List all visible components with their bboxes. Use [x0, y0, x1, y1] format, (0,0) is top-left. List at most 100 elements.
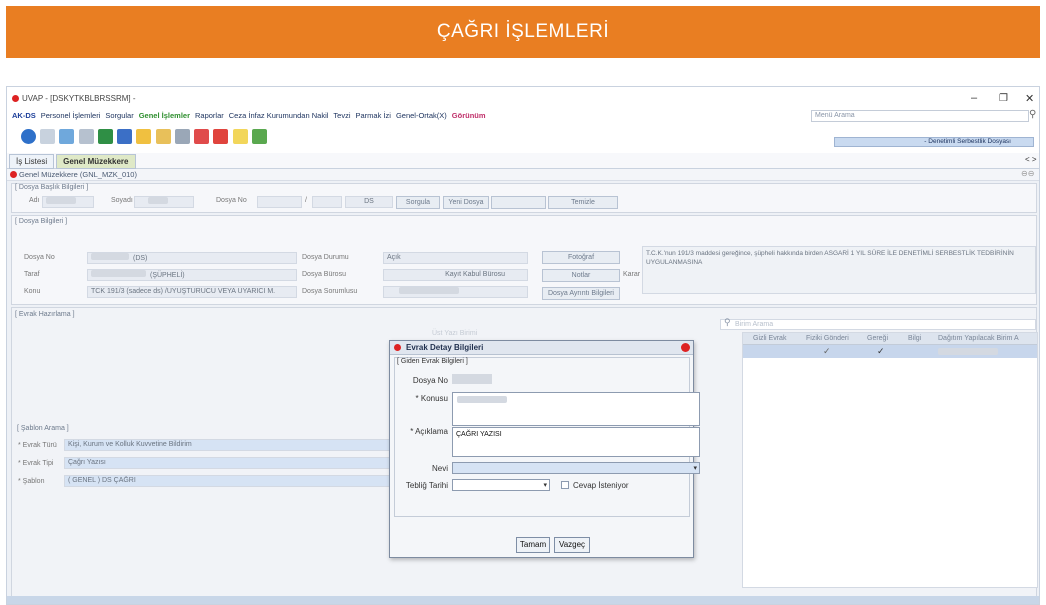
nevi-select[interactable]: ▾	[452, 462, 700, 474]
inbox-icon[interactable]	[251, 129, 267, 144]
window-titlebar: UVAP - [DSKYTKBLBRSSRM] - – ❐ ✕	[7, 87, 1039, 109]
teblig-tarihi-label: Tebliğ Tarihi	[405, 481, 448, 490]
yeni-dosya-button[interactable]: Yeni Dosya	[443, 196, 489, 209]
vazgec-button[interactable]: Vazgeç	[554, 537, 590, 553]
menu-genel-islemler[interactable]: Genel İşlemler	[139, 111, 190, 120]
dialog-title: Evrak Detay Bilgileri	[406, 343, 484, 352]
dosya-durumu-value: Açık	[387, 254, 401, 261]
search-icon[interactable]: ⚲	[1029, 109, 1036, 120]
evrak-tipi-field[interactable]: Çağrı Yazısı	[64, 457, 394, 469]
dosya-header-legend: [ Dosya Başlık Bilgileri ]	[15, 184, 89, 191]
cevap-label: Cevap İsteniyor	[573, 481, 629, 490]
window-title: UVAP - [DSKYTKBLBRSSRM] -	[22, 94, 136, 103]
close-x-icon[interactable]	[40, 129, 56, 144]
pen-icon[interactable]	[174, 129, 190, 144]
grid-icon[interactable]	[78, 129, 94, 144]
dosya-bilgileri-panel: [ Dosya Bilgileri ] Dosya No Taraf Konu …	[11, 215, 1037, 305]
fotograf-button[interactable]: Fotoğraf	[542, 251, 620, 264]
dialog-dosya-no-label: Dosya No	[412, 376, 448, 385]
notlar-button[interactable]: Notlar	[542, 269, 620, 282]
birim-search-icon: ⚲	[724, 317, 731, 327]
close-button[interactable]: ✕	[1025, 92, 1034, 105]
folder-search-icon[interactable]	[155, 129, 171, 144]
menu-sorgular[interactable]: Sorgular	[105, 111, 133, 120]
nevi-chevron-down-icon[interactable]: ▾	[693, 464, 697, 472]
search-person-icon[interactable]	[117, 129, 133, 144]
konusu-field[interactable]	[452, 392, 700, 426]
evrak-tipi-value: Çağrı Yazısı	[68, 459, 106, 466]
dossier-type-select[interactable]: - Denetimli Serbestlik Dosyası	[834, 137, 1034, 147]
book-icon[interactable]	[97, 129, 113, 144]
dosya-no-label: Dosya No	[216, 197, 247, 204]
col-geregi[interactable]: Gereği	[867, 335, 888, 342]
menu-search-input[interactable]: Menü Arama	[811, 110, 1029, 122]
menu-raporlar[interactable]: Raporlar	[195, 111, 224, 120]
dialog-close-icon[interactable]	[681, 343, 690, 352]
birim-arama-placeholder: Birim Arama	[735, 321, 774, 328]
dosya-ayrinti-button[interactable]: Dosya Ayrıntı Bilgileri	[542, 287, 620, 300]
dosya-no-info-label: Dosya No	[24, 254, 55, 261]
col-dagitim[interactable]: Dağıtım Yapılacak Birim A	[938, 335, 1019, 342]
tamam-button[interactable]: Tamam	[516, 537, 550, 553]
teblig-tarihi-field[interactable]: ▾	[452, 479, 550, 491]
soyadi-field[interactable]	[134, 196, 194, 208]
menu-gorunum[interactable]: Görünüm	[452, 111, 486, 120]
minimize-button[interactable]: –	[971, 92, 977, 104]
col-bilgi[interactable]: Bilgi	[908, 335, 921, 342]
dosya-sorumlusu-label: Dosya Sorumlusu	[302, 288, 358, 295]
dosya-ayrinti-label: Dosya Ayrıntı Bilgileri	[547, 290, 614, 297]
tab-scroll-arrows[interactable]: < >	[1025, 155, 1037, 164]
adi-field[interactable]	[42, 196, 94, 208]
col-fiziki-gonderi[interactable]: Fiziki Gönderi	[806, 335, 849, 342]
form-collapse-icons[interactable]: ⊖⊖	[1021, 169, 1034, 178]
network-icon[interactable]	[59, 129, 75, 144]
menu-personel[interactable]: Personel İşlemleri	[41, 111, 101, 120]
evrak-hazirlama-legend: [ Evrak Hazırlama ]	[15, 311, 75, 318]
menu-parmak-izi[interactable]: Parmak İzi	[356, 111, 391, 120]
taraf-value: (ŞÜPHELİ)	[150, 272, 185, 279]
dosya-yil-field[interactable]	[257, 196, 302, 208]
dosya-burosu-label: Dosya Bürosu	[302, 271, 346, 278]
bottom-tab-strip	[7, 596, 1039, 604]
evrak-turu-field[interactable]: Kişi, Kurum ve Kolluk Kuvvetine Bildirim	[64, 439, 394, 451]
arrow-right-icon[interactable]	[213, 129, 229, 144]
evrak-tipi-label: * Evrak Tipi	[18, 460, 54, 467]
menu-genel-ortak[interactable]: Genel-Ortak(X)	[396, 111, 447, 120]
vazgec-label: Vazgeç	[558, 540, 586, 549]
menu-ceza-infaz[interactable]: Ceza İnfaz Kurumundan Nakil	[229, 111, 329, 120]
tab-is-listesi[interactable]: İş Listesi	[9, 154, 55, 169]
taraf-field: (ŞÜPHELİ)	[87, 269, 297, 281]
help-icon[interactable]	[21, 129, 36, 144]
konu-label: Konu	[24, 288, 41, 295]
col-gizli-evrak[interactable]: Gizli Evrak	[753, 335, 786, 342]
envelope-icon[interactable]	[232, 129, 248, 144]
dosya-sira-field[interactable]	[312, 196, 342, 208]
sablon-field[interactable]: ( GENEL ) DS ÇAĞRI	[64, 475, 394, 487]
cevap-checkbox[interactable]	[561, 481, 569, 489]
menu-tevzi[interactable]: Tevzi	[333, 111, 350, 120]
dosya-turu-field[interactable]: DS	[345, 196, 393, 208]
temizle-button[interactable]: Temizle	[548, 196, 618, 209]
maximize-button[interactable]: ❐	[999, 93, 1008, 104]
lamp-icon[interactable]	[136, 129, 152, 144]
sorgula-button[interactable]: Sorgula	[396, 196, 440, 209]
tamam-label: Tamam	[519, 540, 547, 549]
blank-button[interactable]	[491, 196, 546, 209]
app-window: UVAP - [DSKYTKBLBRSSRM] - – ❐ ✕ AK-DS Per…	[6, 86, 1040, 605]
fiziki-check-icon[interactable]: ✓	[823, 346, 831, 357]
birim-grid-row[interactable]: ✓ ✓	[743, 345, 1037, 358]
karar-text-area: T.C.K.'nun 191/3 maddesi gereğince, şüph…	[642, 246, 1036, 294]
tab-bar: İş Listesi Genel Müzekkere < >	[7, 153, 1039, 169]
teblig-chevron-down-icon[interactable]: ▾	[543, 481, 547, 489]
menu-ak-ds[interactable]: AK-DS	[12, 111, 36, 120]
sorgula-label: Sorgula	[405, 199, 431, 206]
pin-icon[interactable]	[194, 129, 210, 144]
tab-genel-muzekkere[interactable]: Genel Müzekkere	[56, 154, 136, 169]
geregi-check-icon[interactable]: ✓	[877, 346, 885, 357]
birim-arama-input[interactable]: Birim Arama	[720, 319, 1036, 330]
toolbar: - Denetimli Serbestlik Dosyası	[7, 123, 1039, 153]
dosya-burosu-field: Kayıt Kabul Bürosu	[383, 269, 528, 281]
aciklama-field[interactable]: ÇAĞRI YAZISI	[452, 427, 700, 457]
dossier-type-value: - Denetimli Serbestlik Dosyası	[924, 138, 1011, 145]
yeni-dosya-label: Yeni Dosya	[448, 199, 484, 206]
